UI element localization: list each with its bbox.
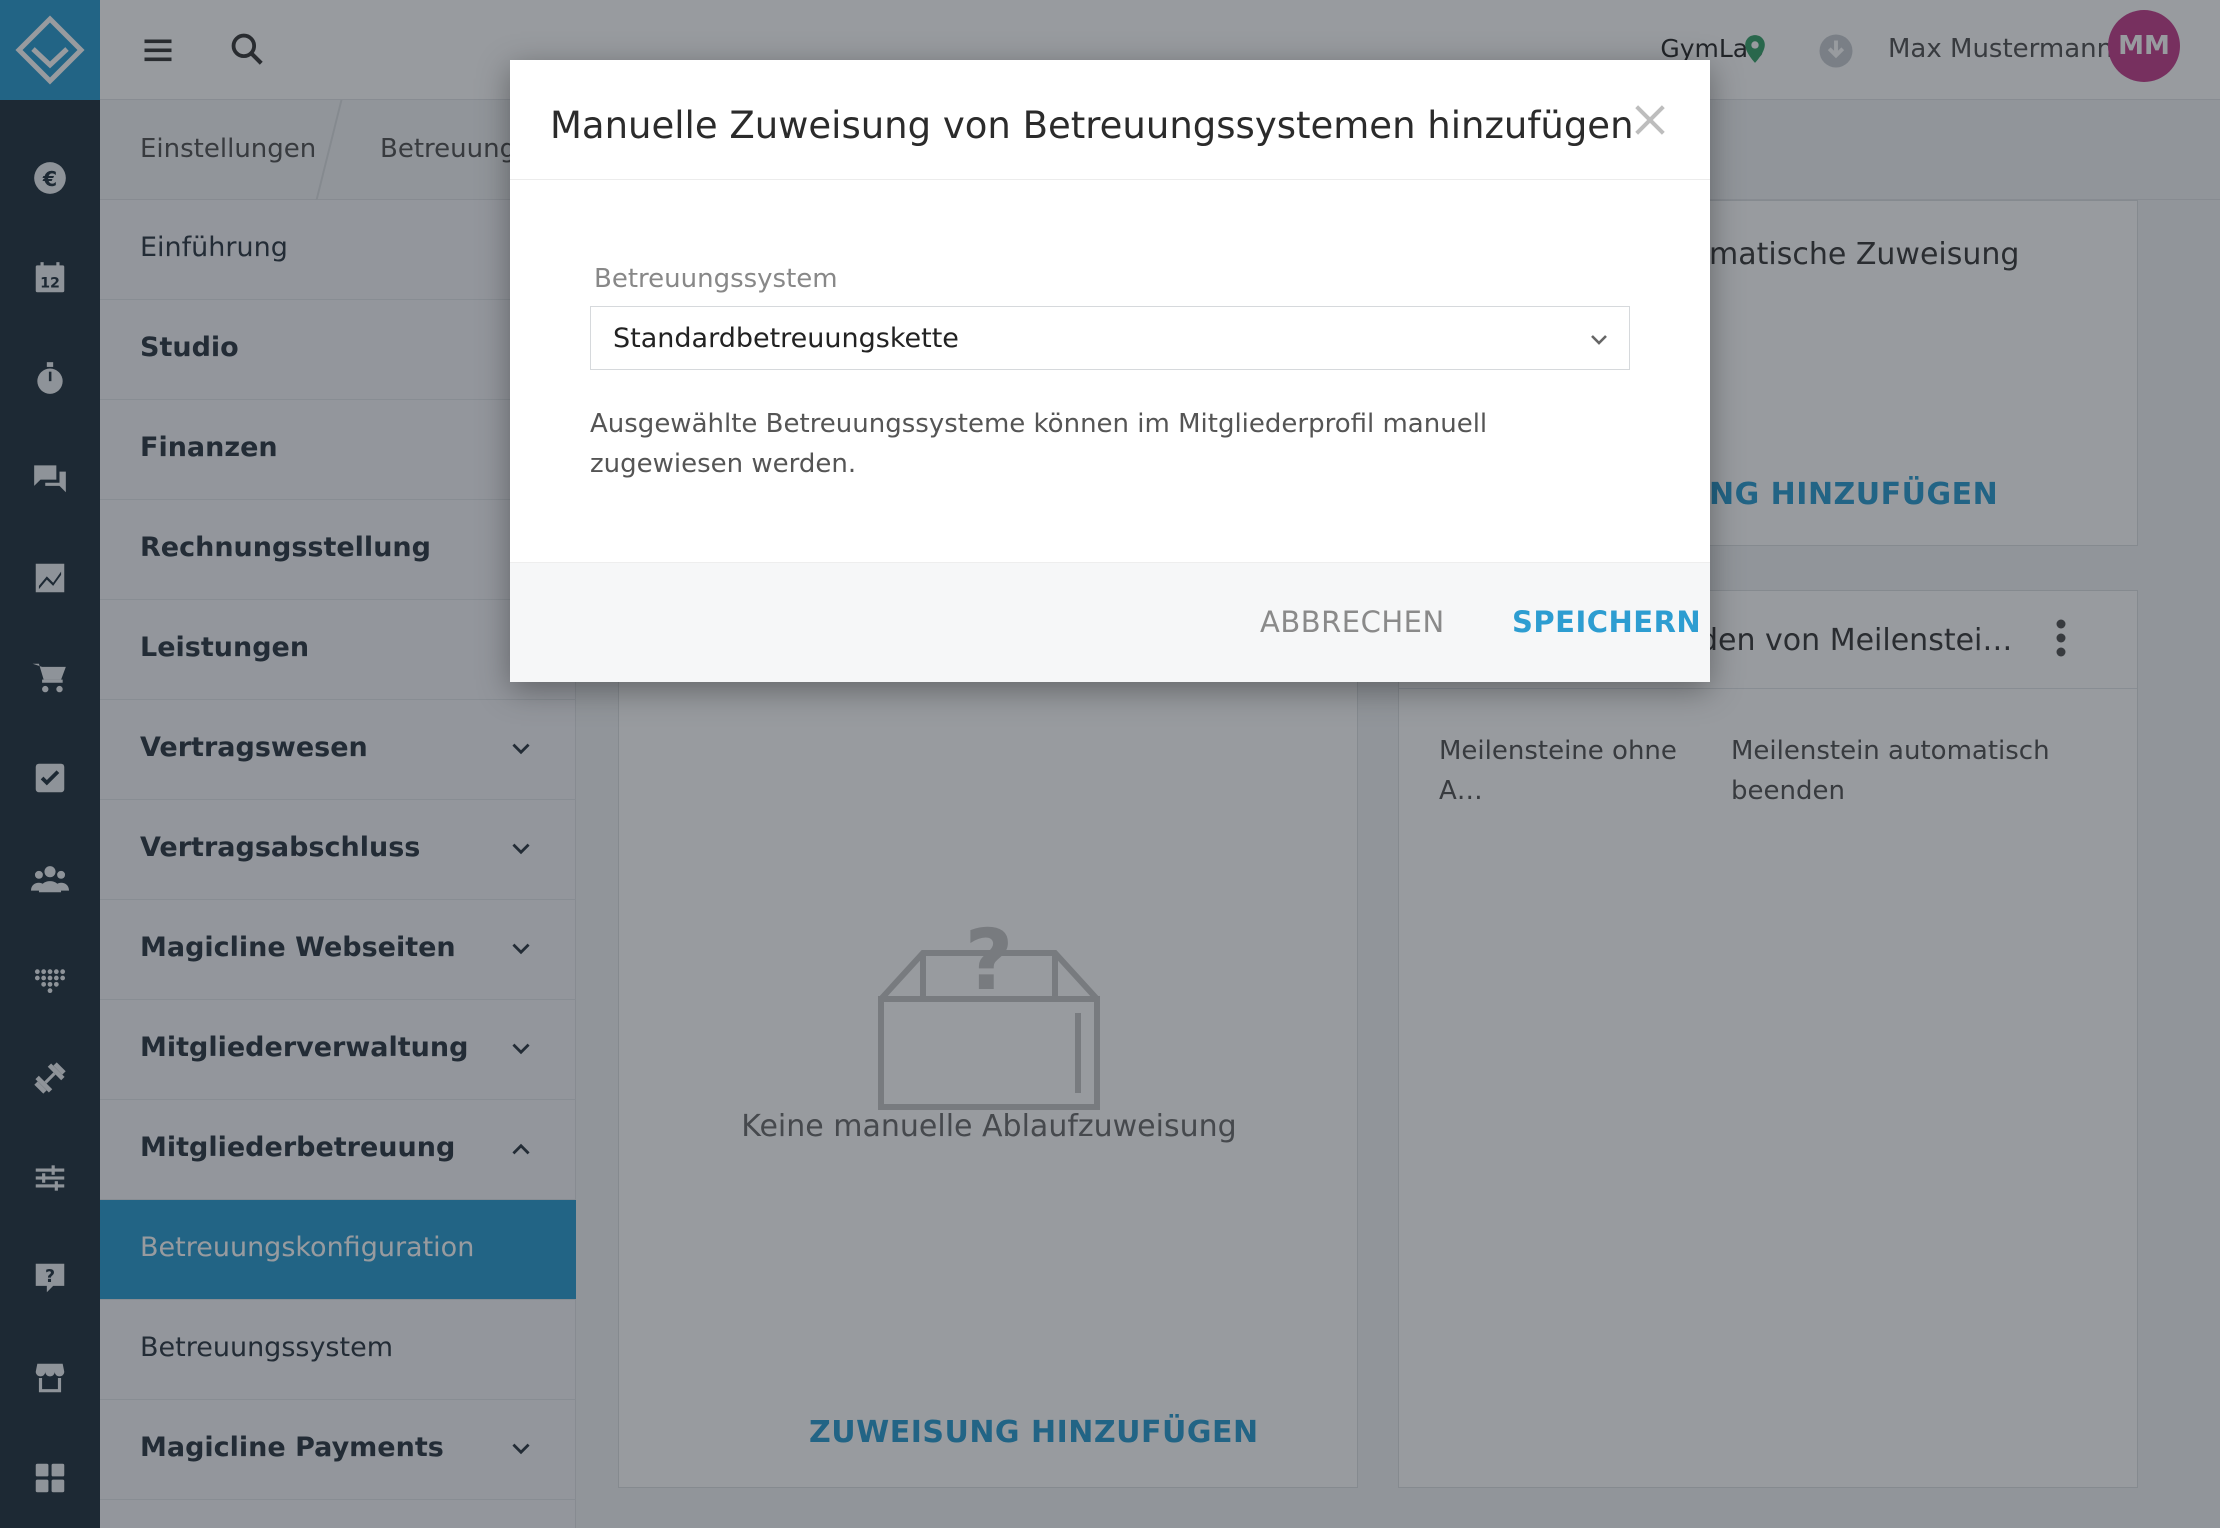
select-value: Standardbetreuungskette	[613, 323, 959, 354]
save-button[interactable]: SPEICHERN	[1512, 605, 1701, 639]
dialog-title: Manuelle Zuweisung von Betreuungssysteme…	[550, 104, 1634, 147]
dialog-footer: ABBRECHEN SPEICHERN	[510, 562, 1710, 682]
care-system-select[interactable]: Standardbetreuungskette	[590, 306, 1630, 370]
help-text: Ausgewählte Betreuungssysteme können im …	[590, 409, 1488, 479]
chevron-down-icon	[1591, 335, 1607, 345]
cancel-button[interactable]: ABBRECHEN	[1260, 605, 1445, 639]
add-manual-assignment-dialog: Manuelle Zuweisung von Betreuungssysteme…	[510, 60, 1710, 682]
dialog-header: Manuelle Zuweisung von Betreuungssysteme…	[510, 60, 1710, 180]
close-icon[interactable]	[1630, 100, 1670, 140]
care-system-label: Betreuungssystem	[594, 264, 838, 294]
